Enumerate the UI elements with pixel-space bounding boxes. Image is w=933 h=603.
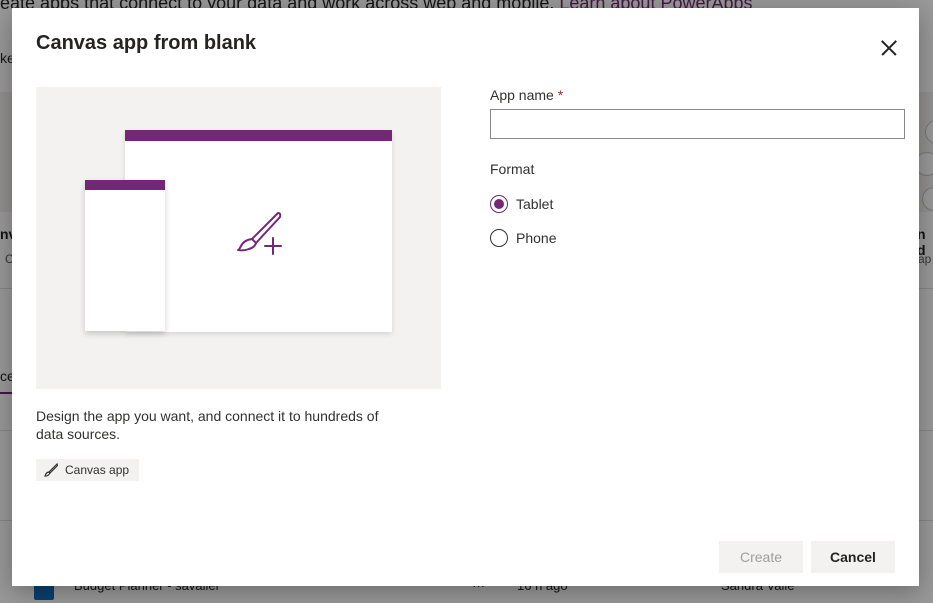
app-name-label: App name * xyxy=(490,87,563,103)
tag-label: Canvas app xyxy=(65,463,130,477)
dialog-description: Design the app you want, and connect it … xyxy=(36,408,379,442)
app-name-label-text: App name xyxy=(490,87,554,103)
app-name-input[interactable] xyxy=(490,109,905,139)
paintbrush-add-icon xyxy=(237,212,282,255)
create-button[interactable]: Create xyxy=(719,541,803,573)
cancel-button[interactable]: Cancel xyxy=(811,541,895,573)
format-option-label: Tablet xyxy=(516,196,554,212)
format-option-tablet[interactable]: Tablet xyxy=(490,195,553,213)
phone-illustration xyxy=(85,180,165,331)
radio-selected-icon[interactable] xyxy=(490,195,508,213)
format-label: Format xyxy=(490,161,535,177)
format-option-phone[interactable]: Phone xyxy=(490,229,556,247)
dialog-title: Canvas app from blank xyxy=(36,32,257,54)
layout-preview xyxy=(36,87,441,389)
format-option-label: Phone xyxy=(516,230,557,246)
canvas-app-dialog: Canvas app from blank Design the app you… xyxy=(12,8,919,586)
paintbrush-icon xyxy=(44,463,58,477)
canvas-app-tag: Canvas app xyxy=(36,459,140,481)
close-icon[interactable] xyxy=(877,36,901,60)
phone-header-bar xyxy=(85,180,165,190)
radio-unselected-icon[interactable] xyxy=(490,229,508,247)
radio-dot xyxy=(494,199,504,209)
required-marker: * xyxy=(557,87,564,103)
tablet-header-bar xyxy=(125,130,392,141)
